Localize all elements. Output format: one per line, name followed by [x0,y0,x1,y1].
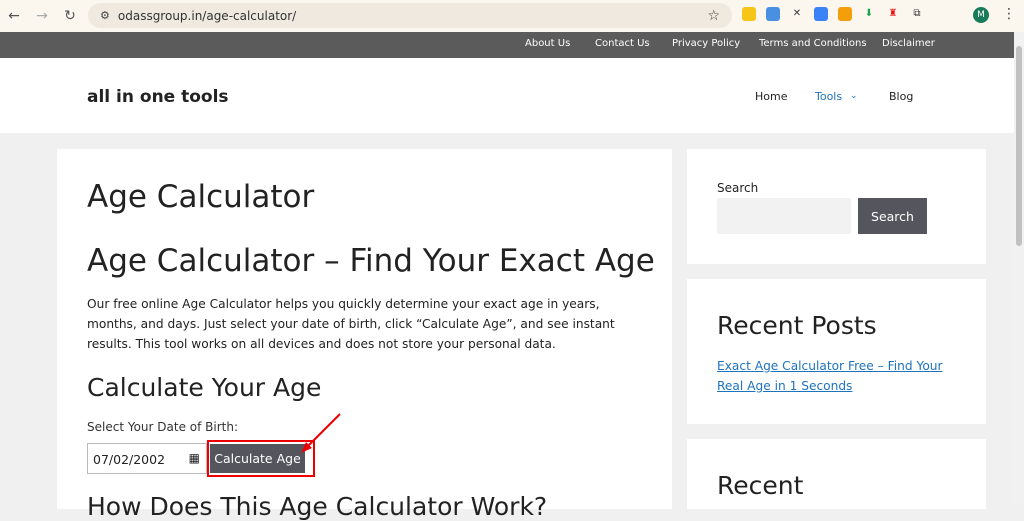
recent-title: Recent [717,471,804,500]
recent-post-link[interactable]: Exact Age Calculator Free – Find Your Re… [717,356,947,396]
extension-icon[interactable] [742,7,756,21]
top-bar: About Us Contact Us Privacy Policy Terms… [0,32,1014,58]
search-widget: Search Search [687,149,986,264]
browser-toolbar: ← → ↻ ⚙ odassgroup.in/age-calculator/ ☆ … [0,0,1024,32]
extension-icon[interactable]: ♜ [886,7,900,21]
reload-icon[interactable]: ↻ [56,8,84,24]
puzzle-icon[interactable]: ⧉ [910,7,924,21]
forward-icon[interactable]: → [28,8,56,24]
extension-icon[interactable] [838,7,852,21]
menu-icon[interactable]: ⋮ [1002,6,1016,22]
nav-home[interactable]: Home [755,90,787,103]
nav-tools[interactable]: Tools [815,90,842,103]
dob-value: 07/02/2002 [93,452,166,467]
profile-avatar[interactable]: M [973,7,989,23]
recent-widget: Recent [687,439,986,509]
download-extension-icon[interactable]: ⬇ [862,7,876,21]
calendar-icon[interactable]: ▦ [189,451,200,465]
search-input[interactable] [717,198,851,234]
back-icon[interactable]: ← [0,8,28,24]
extension-icon[interactable] [814,7,828,21]
main-content: Age Calculator Age Calculator – Find You… [57,149,672,521]
address-bar[interactable]: ⚙ odassgroup.in/age-calculator/ ☆ [88,3,732,28]
article-heading: Age Calculator – Find Your Exact Age [87,243,655,279]
search-button[interactable]: Search [858,198,927,234]
dob-label: Select Your Date of Birth: [87,420,238,434]
page-title: Age Calculator [87,179,315,215]
recent-posts-title: Recent Posts [717,311,877,340]
intro-text: Our free online Age Calculator helps you… [87,297,615,351]
calc-heading: Calculate Your Age [87,373,322,402]
annotation-arrow-icon [301,413,341,453]
search-label: Search [717,181,759,195]
nav-blog[interactable]: Blog [889,90,913,103]
site-logo[interactable]: all in one tools [87,87,229,107]
site-header: all in one tools Home Tools ⌄ Blog [0,58,1014,133]
next-heading: How Does This Age Calculator Work? [87,492,548,521]
bookmark-star-icon[interactable]: ☆ [707,8,720,24]
link-terms[interactable]: Terms and Conditions [759,38,867,49]
scrollbar[interactable] [1014,32,1024,503]
link-disclaimer[interactable]: Disclaimer [882,38,935,49]
link-about-us[interactable]: About Us [525,38,570,49]
scrollbar-thumb[interactable] [1016,46,1022,246]
site-settings-icon[interactable]: ⚙ [100,9,110,22]
extension-icon[interactable] [766,7,780,21]
link-contact-us[interactable]: Contact Us [595,38,650,49]
dob-input[interactable]: 07/02/2002 ▦ [87,443,207,474]
link-privacy-policy[interactable]: Privacy Policy [672,38,740,49]
url-text: odassgroup.in/age-calculator/ [117,8,297,23]
chevron-down-icon[interactable]: ⌄ [850,91,858,101]
x-extension-icon[interactable]: ✕ [790,7,804,21]
recent-posts-widget: Recent Posts Exact Age Calculator Free –… [687,279,986,424]
